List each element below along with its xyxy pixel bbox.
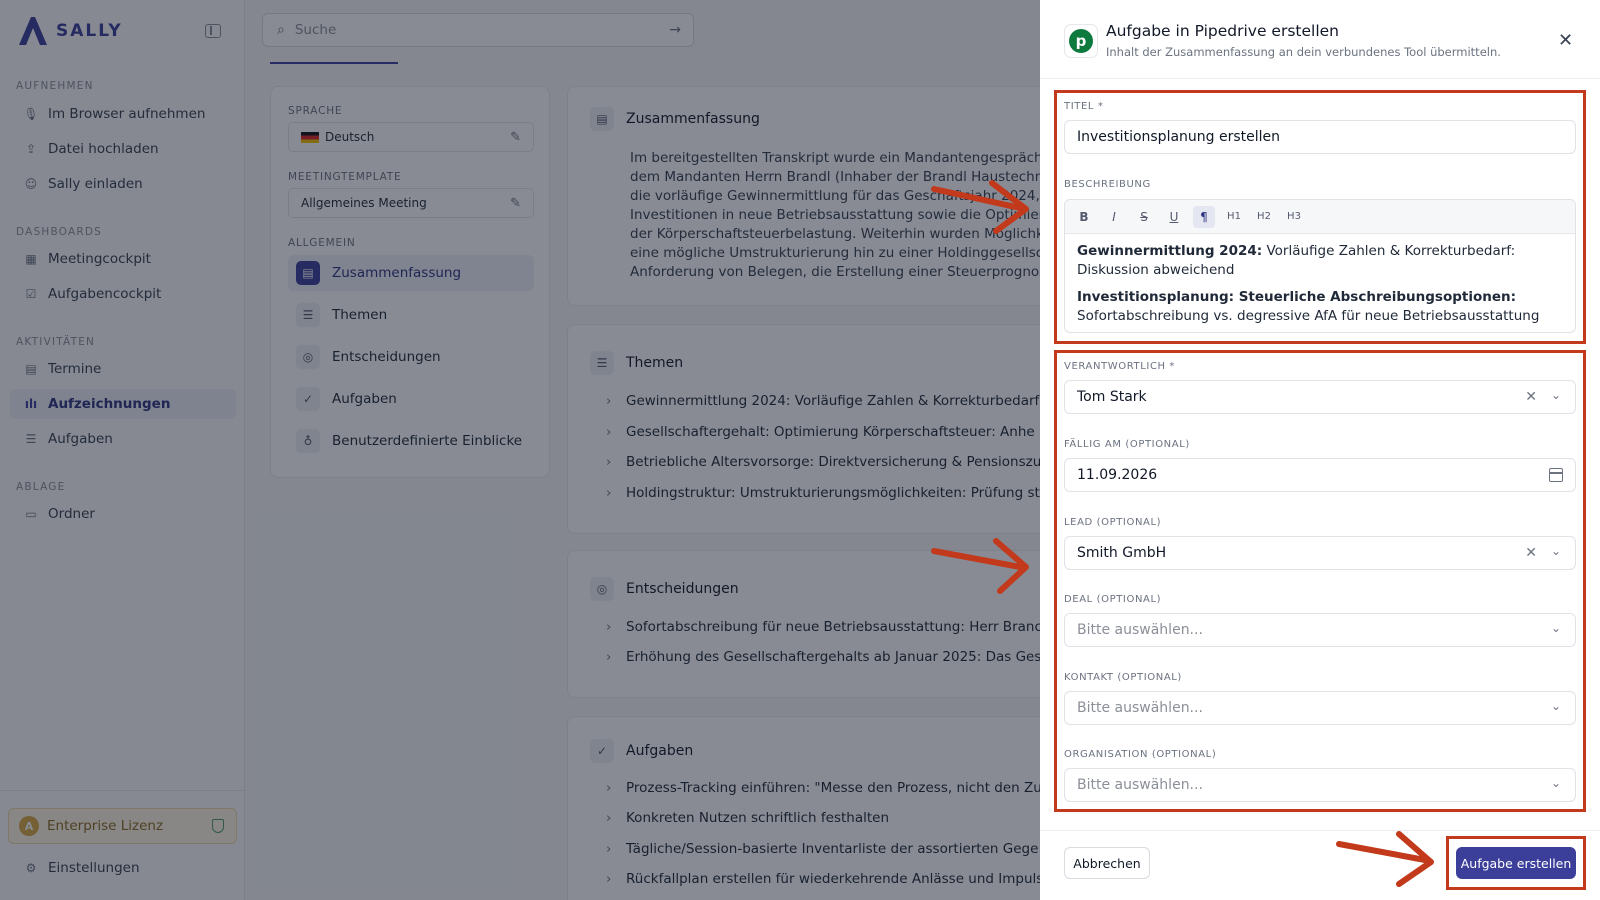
annotation-box-fields [1054,350,1586,812]
annotation-arrow-icon [931,180,1029,234]
cancel-button[interactable]: Abbrechen [1064,847,1150,879]
drawer-subtitle: Inhalt der Zusammenfassung an dein verbu… [1106,45,1501,59]
divider [1040,78,1600,79]
close-icon[interactable]: ✕ [1558,30,1573,51]
pipedrive-icon: p [1069,29,1093,53]
create-task-drawer: p Aufgabe in Pipedrive erstellen Inhalt … [1040,0,1600,900]
modal-backdrop[interactable] [0,0,1040,900]
drawer-title: Aufgabe in Pipedrive erstellen [1106,22,1339,40]
annotation-box-description [1054,90,1586,344]
annotation-arrow-icon [931,538,1029,594]
divider [1040,830,1600,831]
pipedrive-logo: p [1064,24,1098,58]
annotation-arrow-icon [1336,831,1434,887]
annotation-box-submit [1446,836,1586,890]
